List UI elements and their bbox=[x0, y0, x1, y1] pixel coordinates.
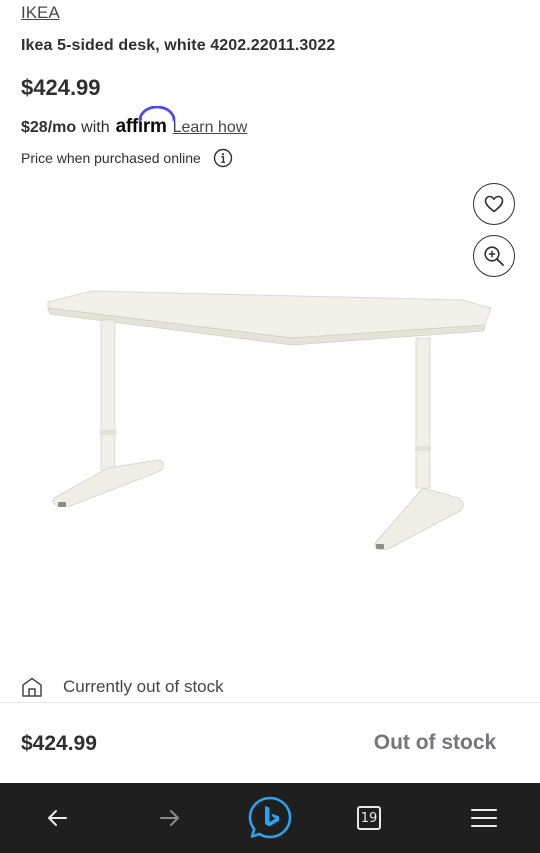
store-icon bbox=[22, 677, 42, 697]
info-icon[interactable] bbox=[213, 148, 233, 168]
zoom-button[interactable] bbox=[473, 235, 515, 277]
bing-chat-icon bbox=[248, 796, 292, 839]
brand-link[interactable]: IKEA bbox=[21, 3, 60, 23]
affirm-with-text: with bbox=[81, 119, 110, 136]
affirm-arc-icon bbox=[138, 106, 175, 122]
hamburger-menu-icon bbox=[471, 809, 497, 827]
heart-icon bbox=[484, 195, 504, 213]
tabs-button[interactable]: 19 bbox=[348, 783, 390, 853]
tab-count-badge: 19 bbox=[357, 806, 381, 830]
out-of-stock-button[interactable]: Out of stock bbox=[350, 723, 520, 763]
online-price-note: Price when purchased online bbox=[21, 148, 233, 168]
stock-status-row: Currently out of stock bbox=[21, 676, 224, 698]
menu-button[interactable] bbox=[461, 783, 507, 853]
forward-button[interactable] bbox=[145, 783, 195, 853]
affirm-monthly-price: $28/mo bbox=[21, 119, 77, 136]
back-button[interactable] bbox=[32, 783, 82, 853]
zoom-in-icon bbox=[484, 246, 504, 266]
sticky-price: $424.99 bbox=[21, 732, 97, 755]
product-title: Ikea 5-sided desk, white 4202.22011.3022 bbox=[21, 37, 336, 54]
favorite-button[interactable] bbox=[473, 183, 515, 225]
affirm-logo: affirm bbox=[116, 106, 175, 138]
arrow-left-icon bbox=[48, 810, 67, 826]
arrow-right-icon bbox=[160, 810, 179, 826]
product-image[interactable] bbox=[30, 280, 500, 570]
product-price: $424.99 bbox=[21, 75, 101, 100]
online-price-note-text: Price when purchased online bbox=[21, 150, 201, 166]
bing-chat-button[interactable] bbox=[244, 783, 296, 853]
affirm-financing-row: $28/mo with affirm Learn how bbox=[21, 106, 248, 138]
sticky-add-to-cart-bar: $424.99 Out of stock bbox=[0, 703, 540, 783]
stock-status-text: Currently out of stock bbox=[63, 677, 224, 696]
learn-how-link[interactable]: Learn how bbox=[173, 119, 248, 137]
browser-toolbar: 19 bbox=[0, 783, 540, 853]
